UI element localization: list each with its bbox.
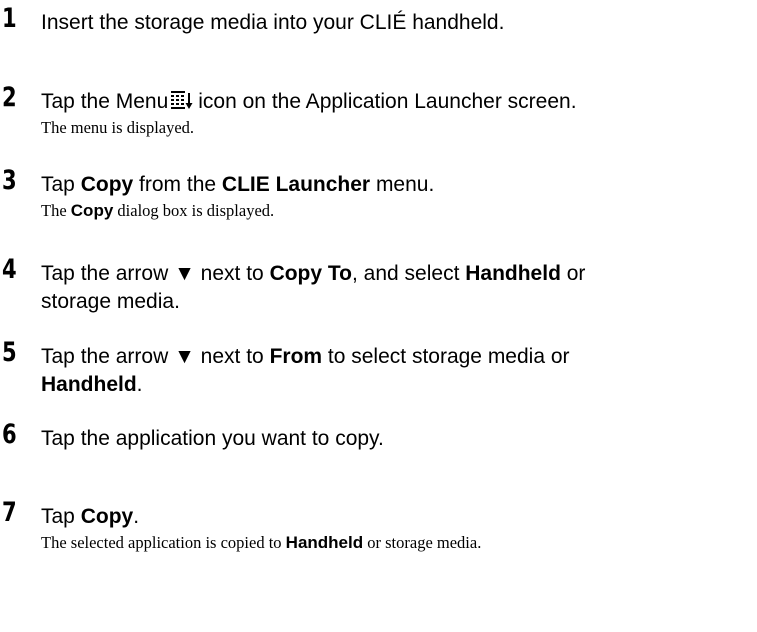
ui-label-copy: Copy bbox=[80, 173, 134, 196]
instruction-text: or bbox=[560, 262, 586, 285]
step-instruction: Tap the application you want to copy. bbox=[41, 425, 753, 453]
instruction-text: to select storage media or bbox=[322, 345, 570, 368]
step-note: The Copy dialog box is displayed. bbox=[41, 201, 274, 221]
ui-label-clie-launcher: CLIE Launcher bbox=[221, 173, 371, 196]
ui-label-copy-to: Copy To bbox=[269, 262, 352, 285]
step-instruction: Tap the arrow ▼ next to From to select s… bbox=[41, 343, 753, 399]
note-text: The bbox=[41, 201, 71, 220]
note-text: The menu is displayed. bbox=[41, 118, 195, 137]
ui-label-copy: Copy bbox=[80, 505, 134, 528]
step-instruction: Tap Copy. bbox=[41, 503, 753, 531]
ui-label-handheld: Handheld bbox=[285, 533, 364, 552]
instruction-text: storage media. bbox=[41, 290, 180, 313]
instruction-text: menu. bbox=[370, 173, 435, 196]
instruction-text: . bbox=[136, 373, 143, 396]
step-instruction: Tap Copy from the CLIE Launcher menu. bbox=[41, 171, 753, 199]
note-text: The selected application is copied to bbox=[41, 533, 286, 552]
instruction-text: Tap the Menu bbox=[41, 90, 169, 113]
instruction-text: icon on the Application Launcher screen. bbox=[198, 90, 577, 113]
ui-label-copy: Copy bbox=[70, 201, 114, 220]
note-text: dialog box is displayed. bbox=[113, 201, 275, 220]
step-number: 3 bbox=[2, 165, 17, 196]
step-number: 2 bbox=[2, 82, 17, 113]
step-instruction: Tap the Menu icon on the Application Lau… bbox=[41, 88, 753, 116]
menu-icon bbox=[171, 91, 193, 111]
ui-label-handheld: Handheld bbox=[41, 373, 137, 396]
instruction-text: Tap the arrow ▼ next to bbox=[41, 345, 270, 368]
instruction-text: Tap bbox=[41, 505, 81, 528]
step-number: 7 bbox=[2, 497, 17, 528]
step-note: The selected application is copied to Ha… bbox=[41, 533, 481, 553]
step-instruction: Insert the storage media into your CLIÉ … bbox=[41, 9, 753, 37]
step-instruction: Tap the arrow ▼ next to Copy To, and sel… bbox=[41, 260, 753, 316]
instruction-text: Tap bbox=[41, 173, 81, 196]
step-note: The menu is displayed. bbox=[41, 118, 194, 138]
instruction-text: Tap the application you want to copy. bbox=[41, 427, 384, 450]
ui-label-handheld: Handheld bbox=[465, 262, 561, 285]
note-text: or storage media. bbox=[363, 533, 482, 552]
ui-label-from: From bbox=[269, 345, 323, 368]
instruction-text: . bbox=[133, 505, 140, 528]
step-number: 6 bbox=[2, 419, 17, 450]
step-number: 5 bbox=[2, 337, 17, 368]
instruction-text: , and select bbox=[352, 262, 466, 285]
step-number: 4 bbox=[2, 254, 17, 285]
step-number: 1 bbox=[2, 3, 17, 34]
instruction-text: Insert the storage media into your CLIÉ … bbox=[41, 11, 505, 34]
instruction-text: Tap the arrow ▼ next to bbox=[41, 262, 270, 285]
instruction-text: from the bbox=[133, 173, 222, 196]
